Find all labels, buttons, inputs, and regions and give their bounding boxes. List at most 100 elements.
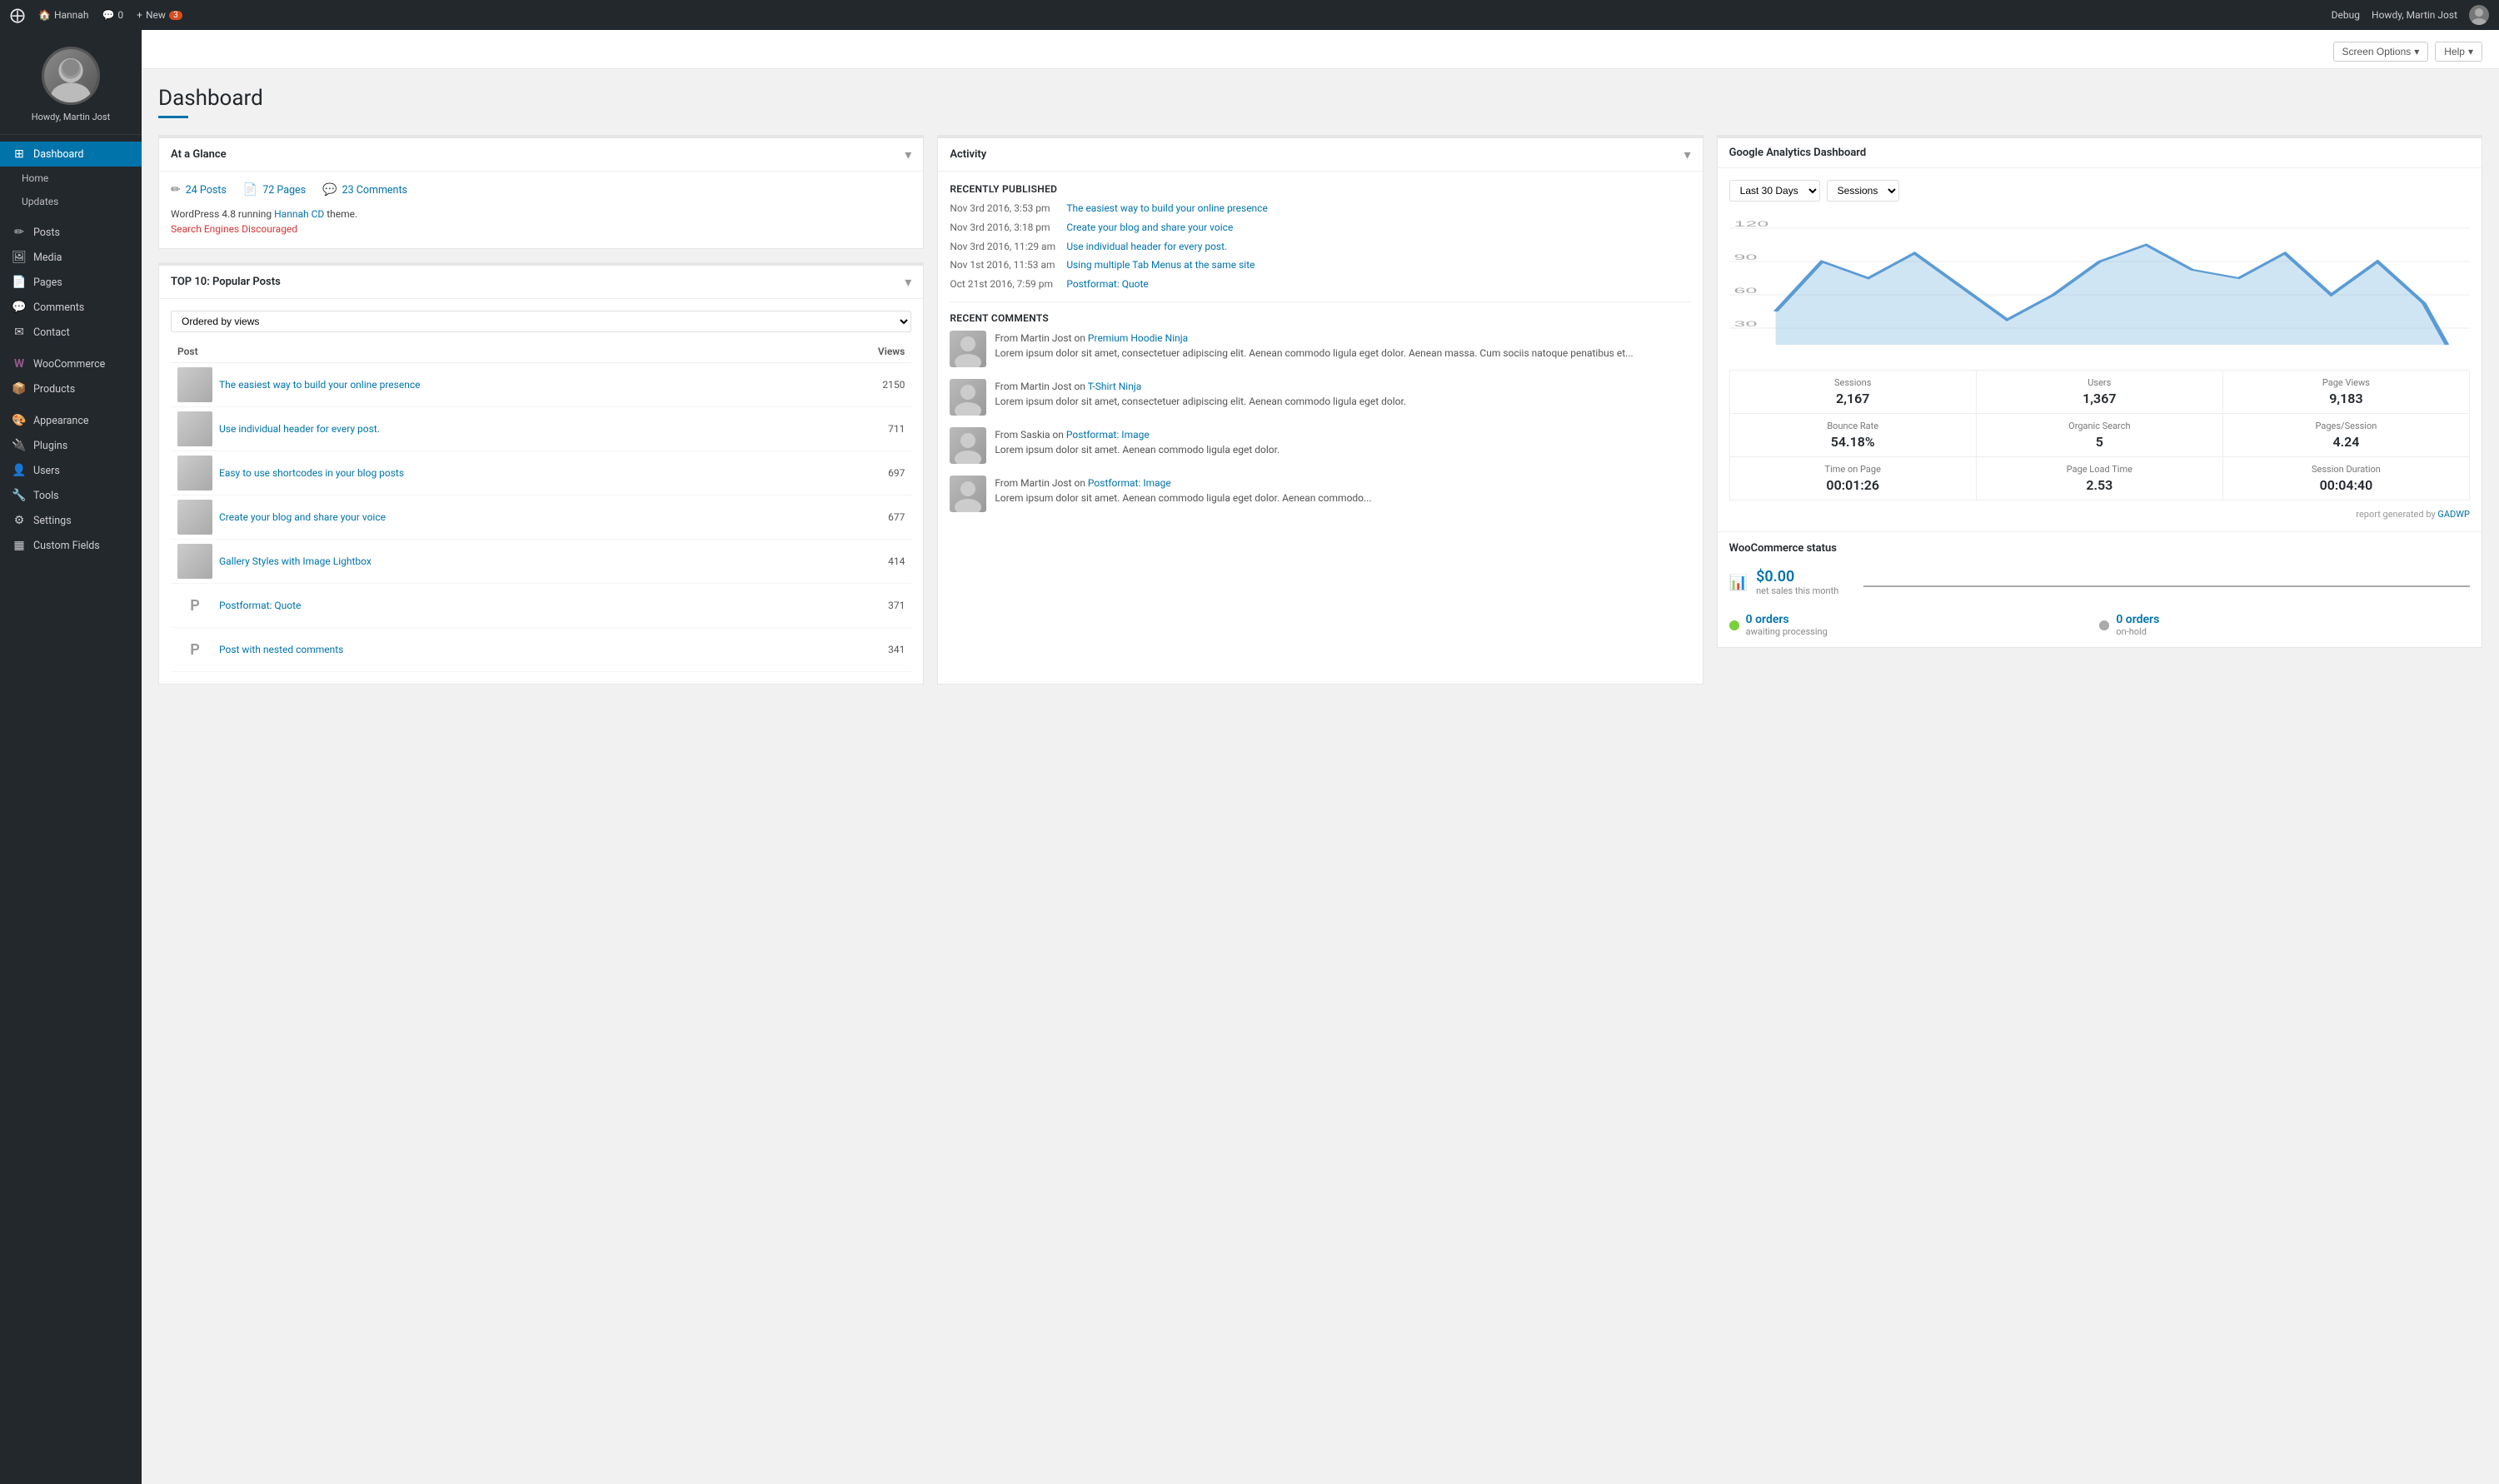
- comment-item: From Martin Jost on T-Shirt Ninja Lorem …: [950, 379, 1690, 416]
- top-posts-toggle[interactable]: ▾: [905, 274, 911, 290]
- comments-count-link[interactable]: 23 Comments: [342, 184, 407, 197]
- posts-count-link[interactable]: 24 Posts: [186, 184, 227, 197]
- adminbar-howdy[interactable]: Howdy, Martin Jost: [2372, 9, 2457, 21]
- woo-order-count[interactable]: 0 orders: [1746, 613, 1828, 626]
- post-title-link[interactable]: Create your blog and share your voice: [219, 510, 386, 525]
- adminbar-debug[interactable]: Debug: [2332, 9, 2360, 21]
- post-letter: P: [177, 588, 212, 623]
- sidebar-item-updates[interactable]: Updates: [0, 190, 142, 213]
- at-a-glance-toggle[interactable]: ▾: [905, 147, 911, 162]
- ga-chart: 120 90 60 30: [1729, 212, 2470, 361]
- comment-post-link[interactable]: T-Shirt Ninja: [1088, 381, 1142, 392]
- chevron-down-icon: ▾: [2414, 46, 2419, 57]
- post-cell: Easy to use shortcodes in your blog post…: [171, 451, 811, 495]
- ga-stat-cell: Session Duration 00:04:40: [2223, 457, 2469, 500]
- dashboard-grid: At a Glance ▾ ✏ 24 Posts 📄: [158, 135, 2482, 685]
- sidebar-item-custom-fields[interactable]: ▦ Custom Fields: [0, 533, 142, 558]
- post-title-link[interactable]: The easiest way to build your online pre…: [219, 378, 421, 392]
- table-row: Gallery Styles with Image Lightbox 414: [171, 540, 911, 584]
- activity-item: Oct 21st 2016, 7:59 pm Postformat: Quote: [950, 277, 1690, 291]
- pages-icon: 📄: [12, 276, 27, 289]
- sidebar-navigation: ⊞ Dashboard Home Updates ✏ Posts 🖼: [0, 142, 142, 558]
- post-title-link[interactable]: Gallery Styles with Image Lightbox: [219, 555, 372, 569]
- sidebar-item-plugins[interactable]: 🔌 Plugins: [0, 433, 142, 458]
- sidebar-item-appearance[interactable]: 🎨 Appearance: [0, 408, 142, 433]
- help-button[interactable]: Help ▾: [2435, 42, 2482, 62]
- top-posts-select[interactable]: Ordered by views: [171, 311, 911, 332]
- woo-order-count[interactable]: 0 orders: [2116, 613, 2159, 626]
- activity-post-link[interactable]: Postformat: Quote: [1066, 277, 1148, 291]
- gadwp-link[interactable]: GADWP: [2437, 509, 2470, 520]
- post-thumbnail: [177, 411, 212, 446]
- ga-stat-cell: Page Load Time 2.53: [1977, 457, 2222, 500]
- post-title-link[interactable]: Easy to use shortcodes in your blog post…: [219, 466, 404, 481]
- post-thumbnail: [177, 500, 212, 535]
- post-title-link[interactable]: Postformat: Quote: [219, 599, 301, 613]
- at-a-glance-title: At a Glance: [171, 148, 227, 161]
- glance-posts: ✏ 24 Posts: [171, 183, 227, 197]
- sidebar-item-users[interactable]: 👤 Users: [0, 458, 142, 483]
- svg-text:30: 30: [1733, 320, 1757, 328]
- sidebar-item-home[interactable]: Home: [0, 167, 142, 190]
- search-engines-discouraged: Search Engines Discouraged: [171, 223, 297, 235]
- activity-post-link[interactable]: Using multiple Tab Menus at the same sit…: [1066, 258, 1254, 272]
- theme-link[interactable]: Hannah CD: [274, 208, 324, 220]
- woo-order: 0 orders awaiting processing: [1729, 608, 2100, 642]
- order-status-dot: [2099, 620, 2109, 630]
- col-views-header: Views: [811, 341, 911, 363]
- table-row: P Post with nested comments 341: [171, 628, 911, 672]
- glance-info: WordPress 4.8 running Hannah CD theme. S…: [171, 207, 911, 237]
- activity-toggle[interactable]: ▾: [1684, 147, 1691, 162]
- activity-post-link[interactable]: Use individual header for every post.: [1066, 240, 1227, 254]
- sidebar-item-dashboard[interactable]: ⊞ Dashboard: [0, 142, 142, 167]
- activity-post-link[interactable]: The easiest way to build your online pre…: [1066, 202, 1268, 216]
- recent-comments-label: Recent Comments: [950, 312, 1690, 324]
- activity-post-link[interactable]: Create your blog and share your voice: [1066, 221, 1233, 235]
- sidebar-item-settings[interactable]: ⚙ Settings: [0, 508, 142, 533]
- sidebar-item-woocommerce[interactable]: W WooCommerce: [0, 351, 142, 376]
- comment-post-link[interactable]: Postformat: Image: [1088, 477, 1171, 489]
- sidebar-item-products[interactable]: 📦 Products: [0, 376, 142, 401]
- post-title-link[interactable]: Use individual header for every post.: [219, 422, 380, 436]
- activity-date: Nov 3rd 2016, 3:53 pm: [950, 202, 1058, 216]
- ga-metric-select[interactable]: Sessions: [1827, 180, 1899, 202]
- ga-stat-cell: Pages/Session 4.24: [2223, 414, 2469, 456]
- pages-count-link[interactable]: 72 Pages: [262, 184, 306, 197]
- ga-stat-label: Organic Search: [1983, 421, 2216, 431]
- ga-stat-label: Sessions: [1737, 377, 1969, 388]
- ga-stat-label: Users: [1983, 377, 2216, 388]
- comment-post-link[interactable]: Postformat: Image: [1066, 429, 1150, 441]
- post-views: 697: [811, 451, 911, 495]
- custom-fields-icon: ▦: [12, 539, 27, 552]
- comment-body: Lorem ipsum dolor sit amet, consectetuer…: [995, 347, 1633, 359]
- ga-stats-grid: Sessions 2,167 Users 1,367 Page Views 9,…: [1729, 370, 2470, 500]
- sidebar-item-pages[interactable]: 📄 Pages: [0, 270, 142, 295]
- home-icon: 🏠: [38, 9, 51, 21]
- order-status-dot: [1729, 620, 1739, 630]
- ga-stat-cell: Bounce Rate 54.18%: [1730, 414, 1976, 456]
- avatar[interactable]: [2469, 5, 2489, 25]
- post-cell: P Post with nested comments: [171, 628, 811, 672]
- adminbar-comments[interactable]: 💬 0: [102, 9, 123, 21]
- sidebar-item-media[interactable]: 🖼 Media: [0, 245, 142, 270]
- comment-post-link[interactable]: Premium Hoodie Ninja: [1088, 332, 1188, 344]
- adminbar-site-name[interactable]: 🏠 Hannah: [38, 9, 88, 21]
- left-column: At a Glance ▾ ✏ 24 Posts 📄: [158, 135, 924, 685]
- sidebar-item-contact[interactable]: ✉ Contact: [0, 320, 142, 345]
- ga-period-select[interactable]: Last 30 Days: [1729, 180, 1820, 202]
- activity-items: Nov 3rd 2016, 3:53 pm The easiest way to…: [950, 202, 1690, 291]
- screen-options-button[interactable]: Screen Options ▾: [2333, 42, 2429, 62]
- svg-text:90: 90: [1733, 253, 1757, 261]
- activity-date: Nov 1st 2016, 11:53 am: [950, 258, 1058, 272]
- comment-body: Lorem ipsum dolor sit amet. Aenean commo…: [995, 444, 1279, 456]
- activity-divider: [950, 301, 1690, 302]
- post-title-link[interactable]: Post with nested comments: [219, 643, 343, 657]
- activity-item: Nov 3rd 2016, 3:53 pm The easiest way to…: [950, 202, 1690, 216]
- sidebar-item-comments[interactable]: 💬 Comments: [0, 295, 142, 320]
- sidebar-item-posts[interactable]: ✏ Posts: [0, 220, 142, 245]
- ga-stat-label: Page Views: [2230, 377, 2462, 388]
- adminbar-new[interactable]: + New 3: [137, 9, 182, 21]
- sidebar-item-tools[interactable]: 🔧 Tools: [0, 483, 142, 508]
- wp-logo-icon[interactable]: ⨁: [10, 7, 25, 24]
- comments-glance-icon: 💬: [322, 183, 337, 197]
